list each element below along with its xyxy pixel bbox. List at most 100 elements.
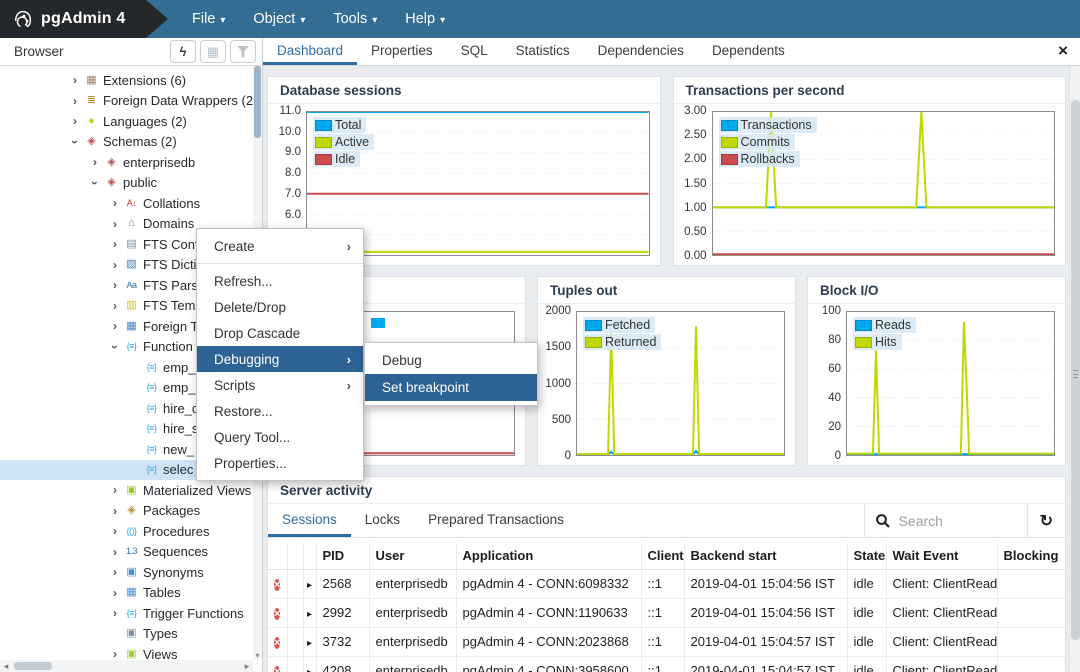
tree-expander-icon[interactable]: › <box>107 319 123 333</box>
tree-item-collations[interactable]: ›A↓Collations <box>0 193 252 214</box>
axis-tick-label: 60 <box>828 363 841 375</box>
context-menu-item-scripts[interactable]: Scripts› <box>197 372 363 398</box>
chart-legend: ReadsHits <box>853 317 916 351</box>
tab-dependencies[interactable]: Dependencies <box>584 38 698 65</box>
tree-node-icon: ▧ <box>123 259 140 270</box>
context-menu-item-delete-drop[interactable]: Delete/Drop <box>197 294 363 320</box>
tree-expander-icon[interactable]: › <box>107 196 123 210</box>
tree-hscroll-thumb[interactable] <box>14 662 52 670</box>
tree-expander-icon[interactable]: › <box>107 278 123 292</box>
legend-color-chip <box>721 154 738 165</box>
terminate-session-icon[interactable]: × <box>274 666 280 672</box>
tree-expander-icon[interactable]: › <box>107 299 123 313</box>
refresh-icon[interactable]: ↻ <box>1027 504 1065 537</box>
tab-properties[interactable]: Properties <box>357 38 447 65</box>
tree-expander-icon[interactable]: › <box>67 73 83 87</box>
tree-item-packages[interactable]: ›◈Packages <box>0 501 252 522</box>
tuples-out-panel: Tuples out 2000150010005000FetchedReturn… <box>537 276 796 466</box>
tree-expander-icon[interactable]: › <box>107 504 123 518</box>
tree-expander-icon[interactable]: › <box>67 114 83 128</box>
row-details-icon[interactable]: ▸ <box>307 638 312 649</box>
tree-expander-icon[interactable]: › <box>88 175 102 191</box>
tree-expander-icon[interactable]: › <box>107 606 123 620</box>
dashboard-scrollbar[interactable] <box>1069 66 1080 672</box>
tree-node-label: Trigger Functions <box>143 606 244 621</box>
scroll-right-icon[interactable]: ▸ <box>241 661 253 672</box>
tree-item-synonyms[interactable]: ›▣Synonyms <box>0 562 252 583</box>
tree-expander-icon[interactable]: › <box>87 155 103 169</box>
transactions-chart: TransactionsCommitsRollbacks <box>712 111 1056 256</box>
dashboard-scroll-thumb[interactable] <box>1071 100 1080 640</box>
tree-expander-icon[interactable]: › <box>107 545 123 559</box>
tree-expander-icon[interactable]: › <box>107 586 123 600</box>
tree-expander-icon[interactable]: › <box>68 134 82 150</box>
tree-item-sequences[interactable]: ›1.3Sequences <box>0 542 252 563</box>
context-menu-item-restore-[interactable]: Restore... <box>197 398 363 424</box>
tree-item-types[interactable]: ▣Types <box>0 624 252 645</box>
tree-expander-icon[interactable]: › <box>107 237 123 251</box>
tree-horizontal-scrollbar[interactable]: ◂ ▸ <box>0 660 253 672</box>
session-tab-sessions[interactable]: Sessions <box>268 504 351 537</box>
close-icon[interactable]: × <box>1058 42 1068 59</box>
context-menu-item-query-tool-[interactable]: Query Tool... <box>197 424 363 450</box>
quick-query-button[interactable]: ϟ <box>170 40 196 63</box>
session-tab-prepared-transactions[interactable]: Prepared Transactions <box>414 504 578 537</box>
view-data-button[interactable]: ▦ <box>200 40 226 63</box>
row-details-icon[interactable]: ▸ <box>307 580 312 591</box>
tree-expander-icon[interactable]: › <box>107 524 123 538</box>
tree-expander-icon[interactable]: › <box>107 217 123 231</box>
context-menu-item-create[interactable]: Create› <box>197 233 363 259</box>
terminate-session-icon[interactable]: × <box>274 579 280 591</box>
tree-item-schemas-2-[interactable]: ›◈Schemas (2) <box>0 132 252 153</box>
axis-tick-label: 2.00 <box>684 153 706 165</box>
tab-statistics[interactable]: Statistics <box>502 38 584 65</box>
tree-expander-icon[interactable]: › <box>107 258 123 272</box>
tree-expander-icon[interactable]: › <box>107 483 123 497</box>
session-tab-locks[interactable]: Locks <box>351 504 414 537</box>
tree-item-foreign-data-wrappers-2-[interactable]: ›≣Foreign Data Wrappers (2) <box>0 91 252 112</box>
filter-button[interactable] <box>230 40 256 63</box>
scroll-left-icon[interactable]: ◂ <box>0 661 12 672</box>
menubar-item-object[interactable]: Object▾ <box>243 0 315 38</box>
context-menu-item-debugging[interactable]: Debugging› <box>197 346 363 372</box>
legend-color-chip <box>721 137 738 148</box>
menubar-item-tools[interactable]: Tools▾ <box>323 0 387 38</box>
tree-item-trigger-functions[interactable]: ›{≡}Trigger Functions <box>0 603 252 624</box>
terminate-session-icon[interactable]: × <box>274 608 280 620</box>
menubar-item-file[interactable]: File▾ <box>182 0 235 38</box>
tree-item-materialized-views[interactable]: ›▣Materialized Views <box>0 480 252 501</box>
submenu-item-set-breakpoint[interactable]: Set breakpoint <box>365 374 537 401</box>
legend-color-chip <box>585 320 602 331</box>
tree-expander-icon[interactable]: › <box>108 339 122 355</box>
context-menu-item-drop-cascade[interactable]: Drop Cascade <box>197 320 363 346</box>
tree-expander-icon[interactable]: › <box>107 565 123 579</box>
table-cell: 2019-04-01 15:04:56 IST <box>684 598 847 627</box>
context-menu-item-refresh-[interactable]: Refresh... <box>197 268 363 294</box>
tree-item-extensions-6-[interactable]: ›▦Extensions (6) <box>0 70 252 91</box>
search-input[interactable] <box>899 513 1017 529</box>
tab-sql[interactable]: SQL <box>447 38 502 65</box>
tree-item-enterprisedb[interactable]: ›◈enterprisedb <box>0 152 252 173</box>
menubar-item-help[interactable]: Help▾ <box>395 0 455 38</box>
table-row: ×▸4208enterprisedbpgAdmin 4 - CONN:39586… <box>268 656 1065 672</box>
tree-node-label: Foreign T <box>143 319 198 334</box>
table-cell: pgAdmin 4 - CONN:3958600 <box>456 656 641 672</box>
tree-expander-icon[interactable]: › <box>67 94 83 108</box>
tree-item-tables[interactable]: ›▦Tables <box>0 583 252 604</box>
table-cell <box>997 656 1065 672</box>
context-menu-item-properties-[interactable]: Properties... <box>197 450 363 476</box>
pgadmin-window: pgAdmin 4 File▾Object▾Tools▾Help▾ Browse… <box>0 0 1080 672</box>
row-details-icon[interactable]: ▸ <box>307 667 312 672</box>
row-details-icon[interactable]: ▸ <box>307 609 312 620</box>
scroll-down-icon[interactable]: ▾ <box>253 651 262 660</box>
submenu-item-debug[interactable]: Debug <box>365 347 537 374</box>
tree-item-procedures[interactable]: ›{()}Procedures <box>0 521 252 542</box>
tree-item-languages-2-[interactable]: ›●Languages (2) <box>0 111 252 132</box>
tree-node-label: hire_s <box>163 421 198 436</box>
tree-item-public[interactable]: ›◈public <box>0 173 252 194</box>
tab-dependents[interactable]: Dependents <box>698 38 799 65</box>
terminate-session-icon[interactable]: × <box>274 637 280 649</box>
tab-dashboard[interactable]: Dashboard <box>263 38 357 65</box>
table-cell: 2019-04-01 15:04:56 IST <box>684 569 847 598</box>
tree-vscroll-thumb[interactable] <box>254 66 261 138</box>
